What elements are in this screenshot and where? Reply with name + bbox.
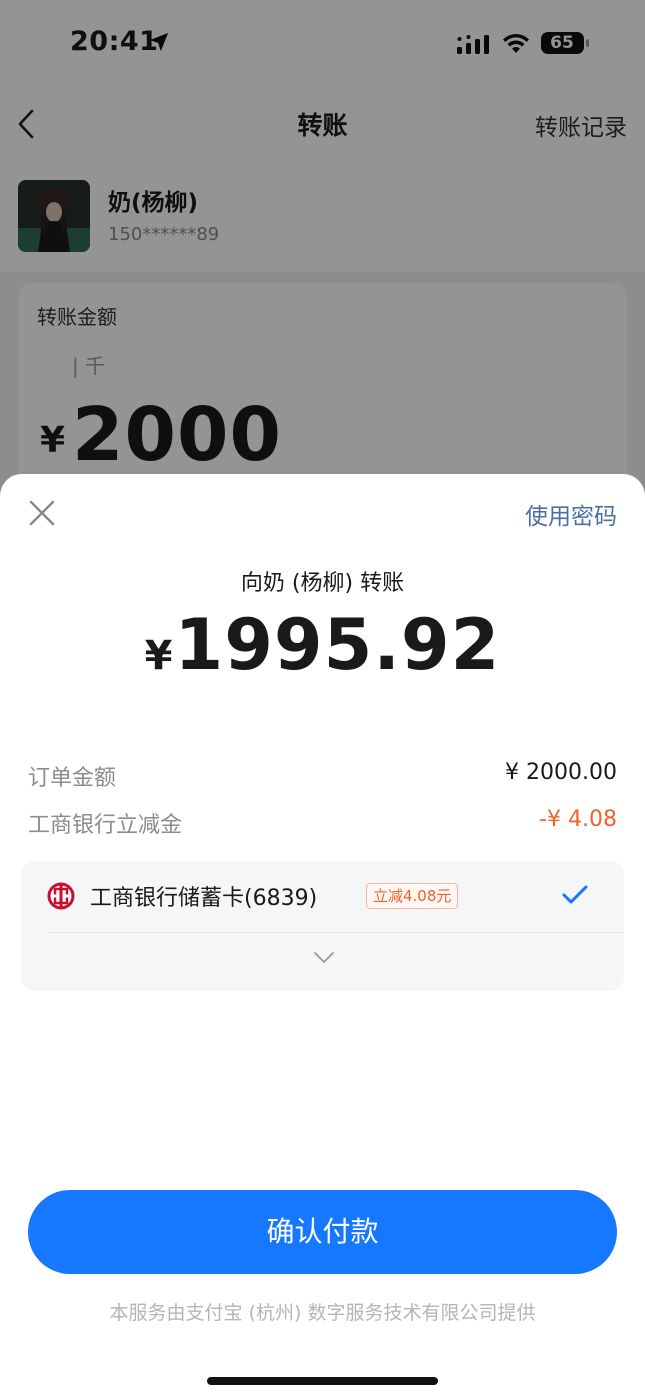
divider (47, 932, 624, 933)
close-icon[interactable] (27, 498, 57, 528)
icbc-logo-icon (47, 882, 75, 910)
use-password-link[interactable]: 使用密码 (525, 497, 617, 531)
confirm-payment-button[interactable]: 确认付款 (28, 1190, 617, 1274)
discount-value: -¥ 4.08 (539, 807, 617, 832)
order-amount-value: ¥ 2000.00 (505, 760, 617, 785)
order-amount-label: 订单金额 (28, 766, 117, 791)
pay-currency: ¥ (144, 633, 173, 679)
discount-label: 工商银行立减金 (28, 813, 183, 838)
service-provider-note: 本服务由支付宝 (杭州) 数字服务技术有限公司提供 (109, 1302, 536, 1324)
bank-card-name[interactable]: 工商银行储蓄卡(6839) (90, 880, 317, 912)
checkmark-icon (562, 885, 588, 904)
pay-to-label: 向奶 (杨柳) 转账 (240, 571, 405, 596)
pay-amount: 1995.92 (174, 604, 501, 686)
chevron-down-icon[interactable] (313, 951, 335, 965)
discount-badge: 立减4.08元 (366, 883, 459, 909)
pay-amount-display: ¥1995.92 (0, 604, 645, 686)
home-indicator[interactable] (207, 1377, 438, 1385)
